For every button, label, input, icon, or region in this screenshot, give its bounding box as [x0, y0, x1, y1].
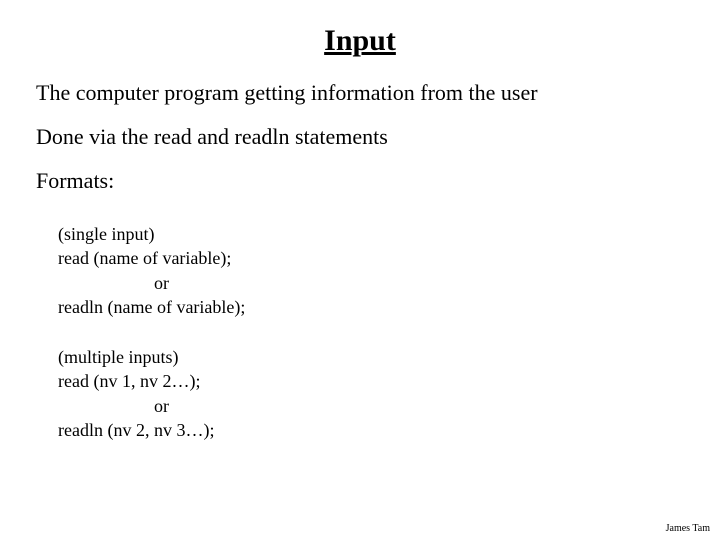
formats-label: Formats:	[36, 168, 684, 194]
slide: Input The computer program getting infor…	[0, 0, 720, 540]
code-block-header: (single input)	[58, 222, 684, 246]
code-line: readln (nv 2, nv 3…);	[58, 418, 684, 442]
code-line: read (nv 1, nv 2…);	[58, 369, 684, 393]
code-or: or	[58, 394, 684, 418]
code-block-single-input: (single input) read (name of variable); …	[58, 222, 684, 319]
body-text-line-2: Done via the read and readln statements	[36, 124, 684, 150]
code-line: readln (name of variable);	[58, 295, 684, 319]
code-or: or	[58, 271, 684, 295]
code-line: read (name of variable);	[58, 246, 684, 270]
footer-author: James Tam	[666, 523, 710, 534]
body-text-line-1: The computer program getting information…	[36, 80, 684, 106]
code-block-multiple-inputs: (multiple inputs) read (nv 1, nv 2…); or…	[58, 345, 684, 442]
slide-title: Input	[36, 24, 684, 58]
code-block-header: (multiple inputs)	[58, 345, 684, 369]
